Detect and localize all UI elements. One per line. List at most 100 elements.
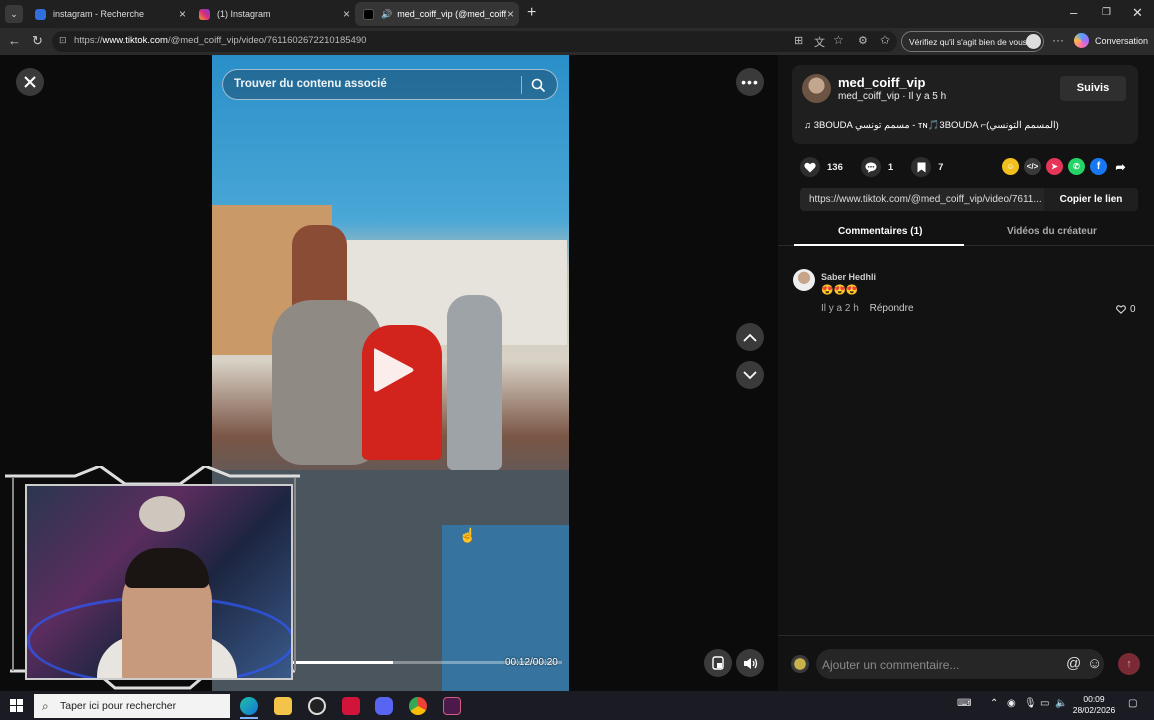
- close-tab-icon[interactable]: ×: [179, 7, 186, 21]
- search-icon[interactable]: [531, 78, 546, 93]
- app-available-icon[interactable]: ⊞: [794, 34, 803, 47]
- like-button[interactable]: 136: [800, 157, 843, 177]
- heart-outline-icon: [1116, 305, 1126, 314]
- tab-comments[interactable]: Commentaires (1): [838, 226, 922, 237]
- url-path: /@med_coiff_vip/video/761160267221018549…: [167, 35, 367, 46]
- emoji-icon[interactable]: ☺: [1087, 655, 1102, 672]
- chevron-up-icon: [743, 333, 757, 342]
- back-icon[interactable]: ←: [8, 33, 21, 48]
- comment-button[interactable]: 1: [860, 157, 893, 177]
- whatsapp-button[interactable]: ✆: [1068, 158, 1085, 175]
- search-divider: [521, 76, 522, 94]
- pip-icon: [712, 656, 724, 670]
- more-icon: •••: [741, 74, 759, 90]
- author-username[interactable]: med_coiff_vip: [838, 75, 925, 90]
- new-tab-button[interactable]: +: [527, 4, 536, 22]
- url-input[interactable]: ⊡ https://www.tiktok.com/@med_coiff_vip/…: [52, 31, 897, 52]
- taskbar-search[interactable]: ⌕ Taper ici pour rechercher: [34, 694, 230, 718]
- notifications-icon[interactable]: ▢: [1128, 698, 1137, 709]
- related-search-input[interactable]: Trouver du contenu associé: [222, 69, 558, 100]
- chrome-icon[interactable]: [409, 697, 427, 715]
- previous-video-button[interactable]: [736, 323, 764, 351]
- copilot-button[interactable]: Conversation: [1074, 33, 1148, 48]
- tab-list-button[interactable]: ⌄: [5, 5, 23, 23]
- video-link-text[interactable]: https://www.tiktok.com/@med_coiff_vip/vi…: [809, 194, 1044, 205]
- author-avatar[interactable]: [802, 74, 831, 103]
- app-red-icon[interactable]: [342, 697, 360, 715]
- favorites-icon[interactable]: ✩: [880, 33, 890, 47]
- show-hidden-icons[interactable]: ⌃: [990, 698, 998, 709]
- app-purple-icon[interactable]: [443, 697, 461, 715]
- embed-icon: </>: [1026, 162, 1039, 171]
- tab-creator-videos[interactable]: Vidéos du créateur: [1007, 226, 1097, 237]
- author-subline: med_coiff_vip · Il y a 5 h: [838, 91, 947, 102]
- keyboard-icon[interactable]: ⌨: [957, 698, 971, 709]
- minimize-icon[interactable]: –: [1070, 5, 1077, 20]
- network-icon[interactable]: ▭: [1040, 698, 1049, 709]
- favorite-star-icon[interactable]: ☆: [833, 33, 844, 47]
- tab-instagram-search[interactable]: instagram - Recherche ×: [27, 2, 191, 26]
- skull-mask-shape: [139, 496, 185, 532]
- reply-button[interactable]: Répondre: [870, 303, 914, 314]
- post-comment-button[interactable]: ↑: [1118, 653, 1140, 675]
- extensions-icon[interactable]: ⚙: [858, 34, 868, 47]
- music-link[interactable]: ♫ 3BOUDA مسمم تونسي - ᴛɴ🎵3BOUDA ⌐(المسمم…: [804, 120, 1059, 131]
- video-progress-fill: [292, 661, 394, 664]
- play-icon[interactable]: [370, 345, 416, 395]
- search-icon: ⌕: [42, 699, 49, 713]
- comment-text: 😍😍😍: [821, 285, 859, 296]
- edge-icon[interactable]: [240, 697, 258, 715]
- embed-button[interactable]: </>: [1024, 158, 1041, 175]
- edge-active-indicator: [240, 717, 258, 719]
- windows-start-icon[interactable]: [10, 699, 23, 712]
- taskbar-search-label: Taper ici pour rechercher: [60, 700, 177, 712]
- copy-link-button[interactable]: Copier le lien: [1044, 188, 1138, 211]
- floating-player-button[interactable]: [704, 649, 732, 677]
- comment-placeholder: Ajouter un commentaire...: [822, 658, 960, 672]
- commenter-name[interactable]: Saber Hedhli: [821, 272, 876, 282]
- tab-tiktok[interactable]: 🔊 med_coiff_vip (@med_coiff_vi ×: [355, 2, 519, 26]
- meet-icon[interactable]: ◉: [1007, 698, 1016, 709]
- close-video-button[interactable]: [16, 68, 44, 96]
- tray-volume-icon[interactable]: 🔈: [1055, 698, 1067, 709]
- taskbar-clock[interactable]: 00:09 28/02/2026: [1072, 694, 1116, 716]
- comment-icon: [860, 157, 881, 177]
- close-tab-icon[interactable]: ×: [507, 7, 514, 21]
- tab-instagram[interactable]: (1) Instagram ×: [191, 2, 355, 26]
- comment-input[interactable]: Ajouter un commentaire... @ ☺: [816, 649, 1104, 679]
- search-placeholder: Trouver du contenu associé: [234, 78, 387, 90]
- file-explorer-icon[interactable]: [274, 697, 292, 715]
- tab-label: (1) Instagram: [217, 9, 271, 19]
- details-panel: med_coiff_vip med_coiff_vip · Il y a 5 h…: [778, 55, 1154, 691]
- chevron-down-icon: [743, 370, 757, 379]
- share-friends-button[interactable]: ☺: [1002, 158, 1019, 175]
- obs-icon[interactable]: [308, 697, 326, 715]
- comment-like-button[interactable]: 0: [1116, 304, 1136, 315]
- mic-icon[interactable]: 🎙: [1024, 698, 1037, 709]
- discord-icon[interactable]: [375, 697, 393, 715]
- comment-meta: Il y a 2 h Répondre: [821, 303, 914, 314]
- site-info-icon[interactable]: ⊡: [59, 35, 67, 46]
- close-tab-icon[interactable]: ×: [343, 7, 350, 21]
- next-video-button[interactable]: [736, 361, 764, 389]
- speaker-icon[interactable]: 🔊: [381, 9, 392, 20]
- more-menu-icon[interactable]: ···: [1052, 33, 1064, 47]
- share-arrow-icon: ➦: [1115, 159, 1126, 174]
- refresh-icon[interactable]: ↻: [32, 33, 43, 49]
- volume-button[interactable]: [736, 649, 764, 677]
- send-to-button[interactable]: ➤: [1046, 158, 1063, 175]
- close-window-icon[interactable]: ✕: [1132, 5, 1143, 21]
- tab-label: med_coiff_vip (@med_coiff_vi: [397, 9, 508, 19]
- follow-button[interactable]: Suivis: [1060, 76, 1126, 101]
- close-icon: [24, 76, 36, 88]
- commenter-avatar[interactable]: [793, 269, 815, 291]
- more-options-button[interactable]: •••: [736, 68, 764, 96]
- translate-icon[interactable]: 文: [814, 34, 825, 50]
- mention-icon[interactable]: @: [1066, 655, 1081, 672]
- restore-icon[interactable]: ❐: [1102, 7, 1111, 18]
- more-share-button[interactable]: ➦: [1112, 158, 1129, 175]
- profile-verify-button[interactable]: Vérifiez qu'il s'agit bien de vous: [901, 31, 1044, 52]
- save-button[interactable]: 7: [911, 157, 943, 177]
- facebook-button[interactable]: f: [1090, 158, 1107, 175]
- webcam-feed: [25, 484, 293, 680]
